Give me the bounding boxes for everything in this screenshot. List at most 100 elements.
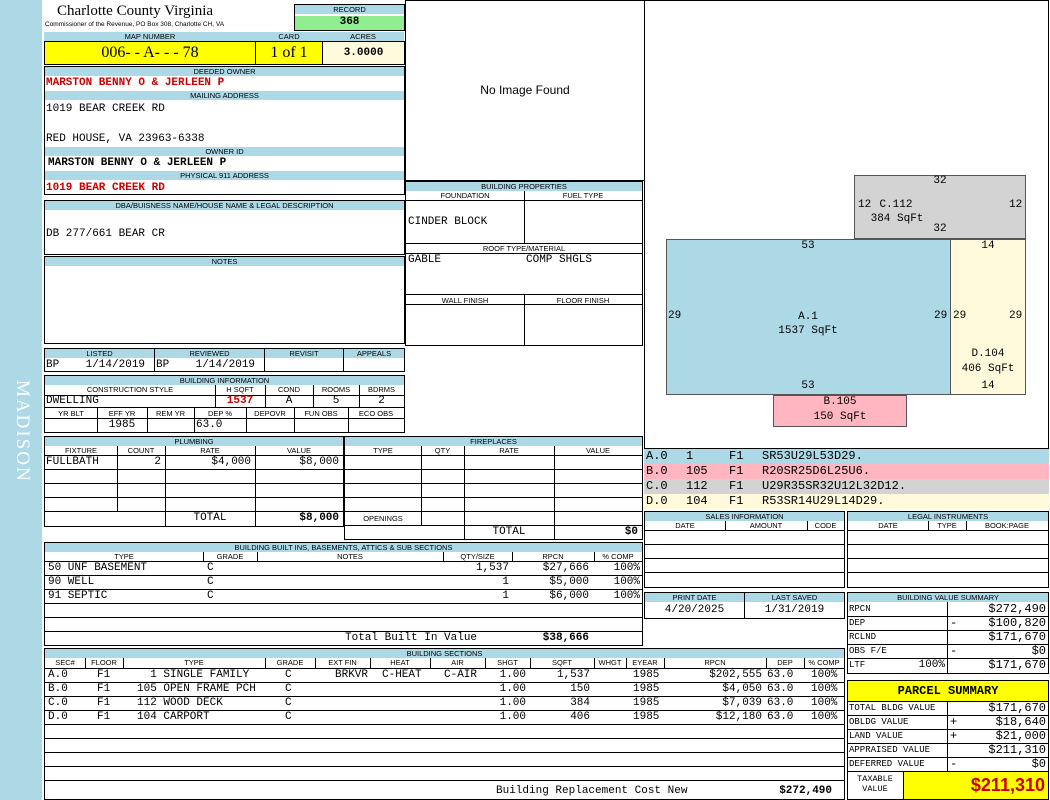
foundation-label: FOUNDATION — [440, 191, 490, 200]
builtins-type-header: TYPE — [114, 552, 134, 561]
ps-label: OBLDG VALUE — [849, 717, 909, 727]
print-date-label: PRINT DATE — [645, 593, 744, 602]
builtin-qty: 1,537 — [475, 562, 509, 574]
owner-id: MARSTON BENNY O & JERLEEN P — [48, 157, 227, 169]
sketch-d-right: 29 — [1009, 310, 1023, 322]
section-floor: F1 — [97, 683, 111, 695]
table-row: C.0 F1 112 WOOD DECK C 1.00 384 1985 $7,… — [45, 697, 844, 710]
table-row: 91 SEPTIC C 1 $6,000 100% — [45, 590, 642, 603]
mailing-line-2: RED HOUSE, VA 23963-6338 — [46, 133, 205, 145]
sketch-a-bottom: 53 — [801, 380, 815, 392]
ps-value: $0 — [1031, 757, 1046, 771]
bvs-label: RPCN — [849, 604, 871, 614]
ps-value: $171,670 — [988, 701, 1046, 715]
funobs-label: FUN OBS — [304, 409, 338, 418]
builtin-comp: 100% — [613, 562, 640, 574]
divider — [928, 521, 929, 530]
divider — [524, 294, 525, 345]
listed-value: BP 1/14/2019 — [46, 359, 146, 371]
divider — [45, 469, 343, 470]
section-type: 104 CARPORT — [137, 711, 210, 723]
sketch-d-top: 14 — [981, 240, 995, 252]
bdrms-label: BDRMS — [367, 385, 396, 394]
sketch-a-label: A.1 — [798, 311, 818, 323]
ps-value: $18,640 — [995, 715, 1046, 729]
divider — [594, 658, 595, 668]
divider — [645, 530, 844, 531]
grade-header: GRADE — [276, 658, 304, 667]
builtins-qty-header: QTY/SIZE — [460, 552, 495, 561]
legend-floor: F1 — [729, 449, 744, 463]
fireplaces-total-label: TOTAL — [492, 526, 526, 538]
builtins-grade-header: GRADE — [216, 552, 244, 561]
table-row: A.0 F1 1 SINGLE FAMILY C BRKVR C-HEAT C-… — [45, 669, 844, 682]
sales-title: SALES INFORMATION — [645, 512, 844, 521]
fireplace-qty-header: QTY — [434, 446, 451, 455]
sketch-d-left: 29 — [953, 310, 967, 322]
parcel-summary-title: PARCEL SUMMARY — [848, 681, 1048, 701]
divider — [947, 701, 948, 771]
divider — [265, 658, 266, 668]
yrblt-label: YR BLT — [58, 409, 84, 418]
rooms-label: ROOMS — [321, 385, 351, 394]
sec-header: SEC# — [55, 658, 75, 667]
divider — [194, 407, 195, 432]
section-shgt: 1.00 — [499, 669, 526, 681]
legend-path: R53SR14U29L14D29. — [762, 494, 885, 508]
builtin-qty: 1 — [502, 590, 509, 602]
divider — [345, 483, 642, 484]
ps-sign: - — [950, 757, 958, 771]
sketch-d-label: D.104 — [971, 348, 1005, 360]
roof-label: ROOF TYPE/MATERIAL — [482, 244, 566, 253]
sketch-a-top: 53 — [801, 240, 815, 252]
divider — [421, 446, 422, 525]
section-grade: C — [285, 711, 292, 723]
divider — [807, 521, 808, 530]
legend-path: U29R35SR32U12L32D12. — [762, 479, 907, 493]
section-sqft: 384 — [570, 697, 590, 709]
record-label: RECORD — [295, 5, 404, 14]
deeded-owner: MARSTON BENNY O & JERLEEN P — [46, 77, 225, 89]
divider — [594, 552, 595, 561]
mailing-line-1: 1019 BEAR CREEK RD — [46, 103, 165, 115]
ps-value: $21,000 — [995, 729, 1046, 743]
section-shgt: 1.00 — [499, 711, 526, 723]
section-comp: 100% — [811, 711, 838, 723]
builtin-type: 50 UNF BASEMENT — [48, 562, 148, 574]
plumbing-rate: $4,000 — [211, 456, 251, 468]
divider — [45, 407, 404, 408]
table-row: 90 WELL C 1 $5,000 100% — [45, 576, 642, 589]
type-header: TYPE — [184, 658, 204, 667]
reviewed-value: BP 1/14/2019 — [156, 359, 256, 371]
plumbing-total: $8,000 — [299, 512, 339, 524]
plumbing-value-header: VALUE — [286, 446, 312, 455]
ps-label: APPRAISED VALUE — [849, 745, 931, 755]
divider — [45, 603, 642, 604]
air-header: AIR — [451, 658, 464, 667]
section-rpcn: $12,180 — [715, 711, 762, 723]
bvs-sign: - — [950, 644, 958, 658]
bvs-value: $171,670 — [988, 630, 1046, 644]
divider — [45, 497, 343, 498]
section-comp: 100% — [811, 697, 838, 709]
divider — [315, 658, 316, 668]
sketch-b-sqft: 150 SqFt — [813, 411, 867, 423]
fireplace-value-header: VALUE — [585, 446, 611, 455]
section-dep: 63.0 — [767, 711, 794, 723]
legend-sec: A.0 — [646, 449, 668, 463]
dep-label: DEP % — [207, 409, 233, 418]
divider — [524, 191, 525, 243]
section-sec: D.0 — [48, 711, 68, 723]
divider — [848, 558, 1048, 559]
depovr-label: DEPOVR — [254, 409, 286, 418]
legend-sec: C.0 — [646, 479, 668, 493]
table-row: 50 UNF BASEMENT C 1,537 $27,666 100% — [45, 562, 642, 575]
card-number: 1 of 1 — [256, 42, 322, 64]
no-image-text: No Image Found — [480, 83, 570, 97]
section-sec: C.0 — [48, 697, 68, 709]
divider — [645, 558, 844, 559]
physical-address: 1019 BEAR CREEK RD — [46, 182, 165, 194]
heat-header: HEAT — [390, 658, 410, 667]
divider — [343, 348, 344, 372]
plumbing-title: PLUMBING — [45, 437, 343, 446]
